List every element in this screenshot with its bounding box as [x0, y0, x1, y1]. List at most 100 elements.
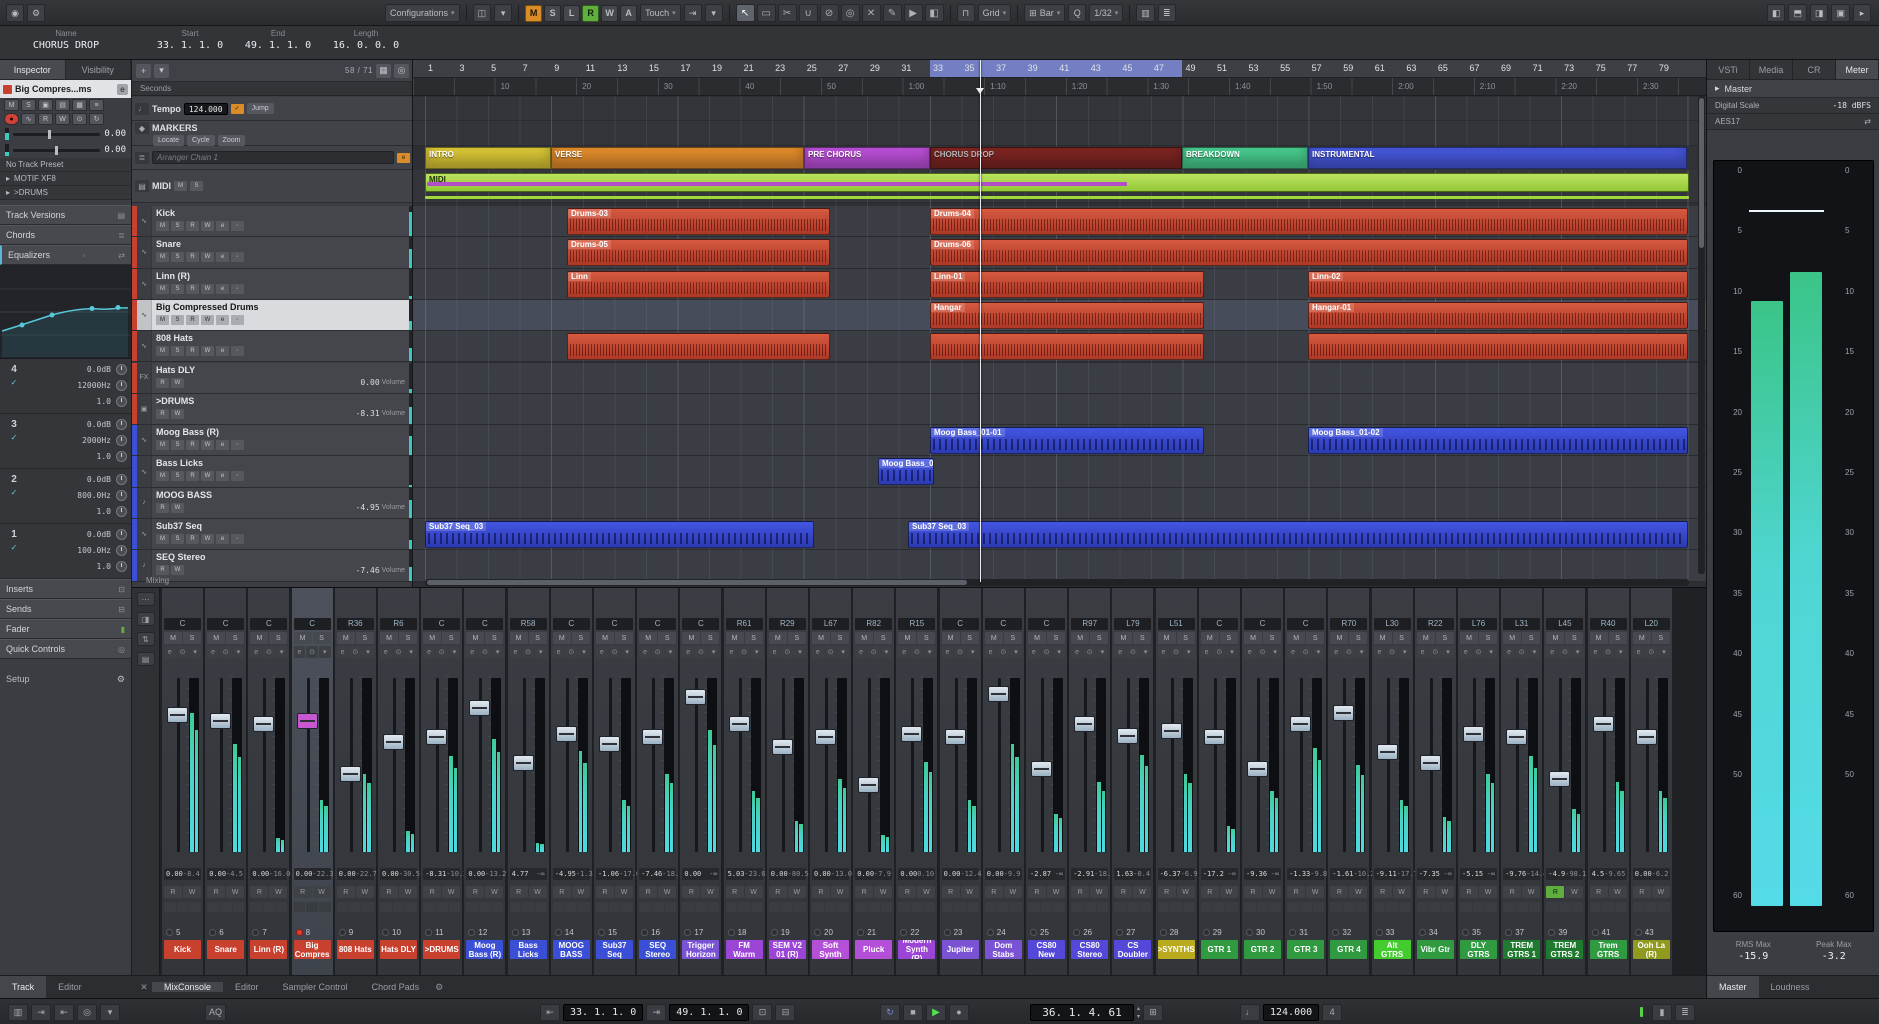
read-automation-button[interactable]: R [380, 886, 398, 898]
track-row-sub37-seq[interactable]: ∿ Sub37 Seq M S R We ◦ [132, 519, 412, 551]
write-button[interactable]: W [171, 565, 184, 576]
eq-gain-knob[interactable] [116, 473, 127, 485]
write-automation-button[interactable]: W [528, 886, 547, 898]
read-automation-button[interactable]: R [1244, 886, 1262, 898]
mute-button[interactable]: M [4, 99, 19, 111]
clip-unnamed[interactable] [1308, 333, 1688, 361]
channel-function-button[interactable] [997, 902, 1010, 912]
channel-function-button[interactable] [707, 902, 720, 912]
channel-function-button[interactable] [1472, 902, 1485, 912]
fader-cap[interactable] [858, 777, 880, 794]
record-enable-dot[interactable] [1548, 928, 1556, 936]
write-automation-button[interactable]: W [1090, 886, 1109, 898]
channel-name[interactable]: Sub37 Seq [596, 940, 633, 959]
edit-channel-button[interactable]: e [250, 646, 263, 658]
write-automation-button[interactable]: W [183, 886, 201, 898]
edit-button[interactable]: e [216, 283, 229, 294]
arranger-chain-dropdown[interactable]: Arranger Chain 1 [152, 151, 394, 164]
mute-button[interactable]: M [1114, 632, 1133, 644]
go-to-left-locator-button[interactable]: ⇤ [540, 1003, 560, 1021]
lock-button[interactable]: ▦ [72, 99, 87, 111]
channel-function-button[interactable] [1053, 902, 1066, 912]
edit-channel-button[interactable]: e [1373, 646, 1386, 658]
channel-function-button[interactable] [954, 902, 966, 912]
edit-channel-button[interactable]: e [336, 646, 349, 658]
solo-button[interactable]: S [571, 632, 590, 644]
eq-frequency-knob[interactable] [116, 434, 127, 446]
fader-cap[interactable] [1031, 761, 1052, 778]
channel-options-button[interactable]: ▾ [232, 646, 245, 658]
rms-max-cell[interactable]: RMS Max -15.9 [1713, 940, 1794, 962]
channel-function-button[interactable] [534, 902, 547, 912]
read-button[interactable]: R [186, 252, 199, 263]
read-automation-button[interactable]: R [1632, 886, 1651, 898]
channel-function-button[interactable] [1559, 902, 1571, 912]
pan-control[interactable]: C [1244, 618, 1281, 630]
mute-button[interactable]: M [1546, 632, 1565, 644]
channel-options-button[interactable]: ▾ [1312, 646, 1325, 658]
write-automation-button[interactable]: W [442, 886, 461, 898]
channel-options-button[interactable]: ▾ [794, 646, 806, 658]
channel-function-button[interactable] [639, 902, 651, 912]
pan-control[interactable]: L20 [1632, 618, 1670, 630]
channel-name[interactable]: Trigger Horizon [682, 940, 720, 959]
glue-tool[interactable]: ∪ [798, 4, 818, 22]
solo-button[interactable]: S [183, 632, 201, 644]
track-grid-icon[interactable]: ▦ [376, 63, 391, 78]
play-tool[interactable]: ▶ [903, 4, 923, 22]
event-length-field[interactable]: Length 16. 0. 0. 0 [326, 29, 406, 51]
solo-button[interactable]: S [744, 632, 763, 644]
mute-button[interactable]: M [1589, 632, 1608, 644]
channel-function-button[interactable] [695, 902, 707, 912]
channel-function-button[interactable] [405, 902, 418, 912]
channel-function-button[interactable] [263, 902, 275, 912]
pan-control[interactable]: C [164, 618, 201, 630]
channel-function-button[interactable] [621, 902, 634, 912]
write-automation-button[interactable]: W [1003, 886, 1022, 898]
solo-button[interactable]: S [658, 632, 677, 644]
write-automation-button[interactable]: W [355, 886, 374, 898]
solo-button[interactable]: S [171, 534, 184, 544]
fader-cap[interactable] [599, 735, 620, 752]
fader-cap[interactable] [1160, 722, 1182, 739]
draw-tool[interactable]: ✎ [882, 4, 902, 22]
record-enable-dot[interactable] [338, 928, 346, 936]
meter-standard-row[interactable]: AES17 ⇄ [1707, 114, 1879, 130]
solo-button[interactable]: S [355, 632, 374, 644]
arranger-track[interactable]: ≣ Arranger Chain 1 e [132, 146, 412, 170]
tab-vsti[interactable]: VSTi [1707, 60, 1750, 79]
solo-button[interactable]: S [21, 99, 36, 111]
tempo-track[interactable]: ♩ Tempo 124.000 ✓ Jump [132, 97, 412, 121]
pan-control[interactable]: C [596, 618, 633, 630]
tab-master[interactable]: Master [1707, 976, 1759, 998]
input-routing-row[interactable]: ▸ MOTIF XF8 [0, 172, 131, 186]
record-enable-dot[interactable] [425, 928, 433, 936]
channel-function-button[interactable] [176, 902, 189, 912]
read-automation-button[interactable]: R [984, 886, 1003, 898]
automation-mode-dropdown[interactable]: Touch ▾ [640, 4, 681, 22]
read-automation-button[interactable]: R [682, 886, 701, 898]
track-row-moog-bass[interactable]: ♪ MOOG BASS R W -4.95 Volume [132, 487, 412, 519]
channel-options-button[interactable]: ▾ [750, 646, 763, 658]
write-automation-button[interactable]: W [1522, 886, 1541, 898]
gear-icon[interactable]: ⚙ [117, 674, 125, 685]
channel-name[interactable]: Snare [207, 940, 245, 959]
record-enable-dot[interactable] [684, 928, 692, 936]
write-automation-button[interactable]: W [226, 886, 245, 898]
channel-name[interactable]: Soft Synth [812, 940, 849, 959]
read-automation-button[interactable]: R [1071, 886, 1090, 898]
channel-function-button[interactable] [1485, 902, 1498, 912]
write-button[interactable]: W [201, 440, 214, 451]
track-row-moog-bass-r[interactable]: ∿ Moog Bass (R) M S R We ◦ [132, 425, 412, 457]
eq-q-knob[interactable] [116, 505, 127, 517]
monitor-button[interactable]: ⊙ [1645, 646, 1658, 658]
mute-button[interactable]: M [1416, 632, 1435, 644]
solo-button[interactable]: S [1392, 632, 1411, 644]
transport-options-chevron[interactable]: ▾ [100, 1003, 120, 1021]
write-automation-button[interactable]: W [960, 886, 979, 898]
write-button[interactable]: W [201, 346, 214, 357]
monitor-button[interactable]: ⊙ [219, 646, 232, 658]
edit-channel-button[interactable]: e [207, 646, 219, 658]
fader-cap[interactable] [383, 734, 404, 750]
eq-gain-knob[interactable] [116, 363, 127, 375]
